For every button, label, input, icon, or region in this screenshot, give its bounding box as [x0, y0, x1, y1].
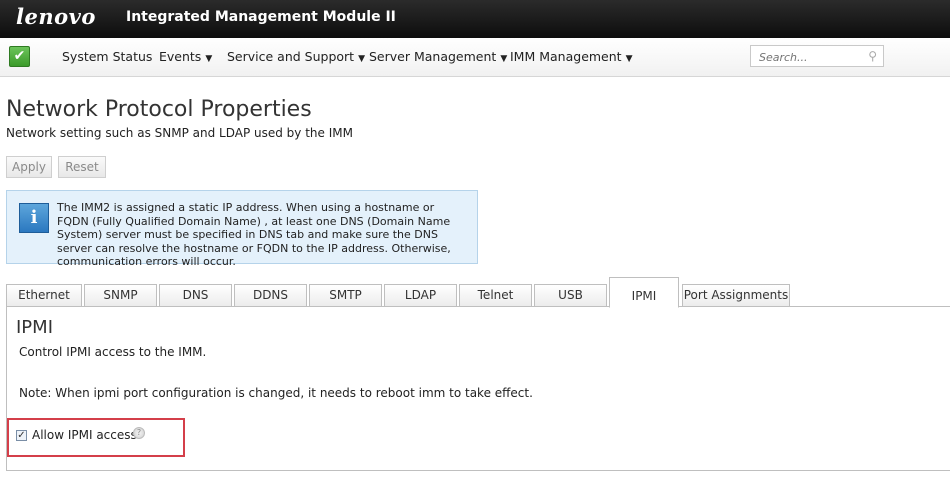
tab-ipmi[interactable]: IPMI — [609, 277, 679, 308]
top-bar: lenovo Integrated Management Module II — [0, 0, 950, 38]
menu-label: Server Management — [369, 49, 497, 64]
ipmi-panel: IPMI Control IPMI access to the IMM. Not… — [6, 307, 950, 471]
menu-system-status[interactable]: System Status — [62, 49, 152, 64]
page-title: Network Protocol Properties — [6, 97, 312, 122]
main-nav: ✔ System Status Events ▼ Service and Supp… — [0, 38, 950, 77]
apply-button[interactable]: Apply — [6, 156, 52, 178]
product-title: Integrated Management Module II — [126, 9, 396, 25]
info-message: i The IMM2 is assigned a static IP addre… — [6, 190, 478, 268]
menu-label: Service and Support — [227, 49, 355, 64]
caret-down-icon: ▼ — [500, 54, 508, 64]
caret-down-icon: ▼ — [625, 54, 633, 64]
menu-server-management[interactable]: Server Management ▼ — [369, 49, 507, 64]
menu-imm-management[interactable]: IMM Management ▼ — [510, 49, 633, 64]
tab-usb[interactable]: USB — [534, 284, 607, 307]
check-icon[interactable]: ✔ — [9, 46, 30, 67]
search-box: ⚲ — [750, 45, 884, 67]
tab-dns[interactable]: DNS — [159, 284, 232, 307]
page-subtitle: Network setting such as SNMP and LDAP us… — [6, 126, 353, 140]
section-description: Control IPMI access to the IMM. — [19, 345, 207, 359]
info-icon: i — [19, 203, 49, 233]
section-title: IPMI — [16, 317, 54, 338]
info-text: The IMM2 is assigned a static IP address… — [57, 201, 451, 268]
tab-port-assignments[interactable]: Port Assignments — [682, 284, 790, 307]
tab-smtp[interactable]: SMTP — [309, 284, 382, 307]
menu-service-and-support[interactable]: Service and Support ▼ — [227, 49, 365, 64]
tab-snmp[interactable]: SNMP — [84, 284, 157, 307]
menu-label: System Status — [62, 49, 153, 64]
allow-ipmi-label[interactable]: Allow IPMI access — [32, 428, 137, 442]
menu-label: IMM Management — [510, 49, 622, 64]
tab-ldap[interactable]: LDAP — [384, 284, 457, 307]
allow-ipmi-checkbox[interactable]: ✓ — [16, 430, 27, 441]
brand-logo: lenovo — [16, 4, 96, 29]
tab-bar: Ethernet SNMP DNS DDNS SMTP LDAP Telnet … — [6, 277, 950, 308]
search-input[interactable] — [757, 48, 861, 66]
help-icon[interactable]: ? — [133, 427, 145, 439]
caret-down-icon: ▼ — [358, 54, 365, 64]
menu-events[interactable]: Events ▼ — [159, 49, 212, 64]
tab-telnet[interactable]: Telnet — [459, 284, 532, 307]
reboot-note: Note: When ipmi port configuration is ch… — [19, 386, 533, 400]
menu-label: Events — [159, 49, 202, 64]
tab-ddns[interactable]: DDNS — [234, 284, 307, 307]
search-icon[interactable]: ⚲ — [868, 49, 877, 63]
caret-down-icon: ▼ — [205, 54, 213, 64]
tab-ethernet[interactable]: Ethernet — [6, 284, 82, 307]
reset-button[interactable]: Reset — [58, 156, 106, 178]
